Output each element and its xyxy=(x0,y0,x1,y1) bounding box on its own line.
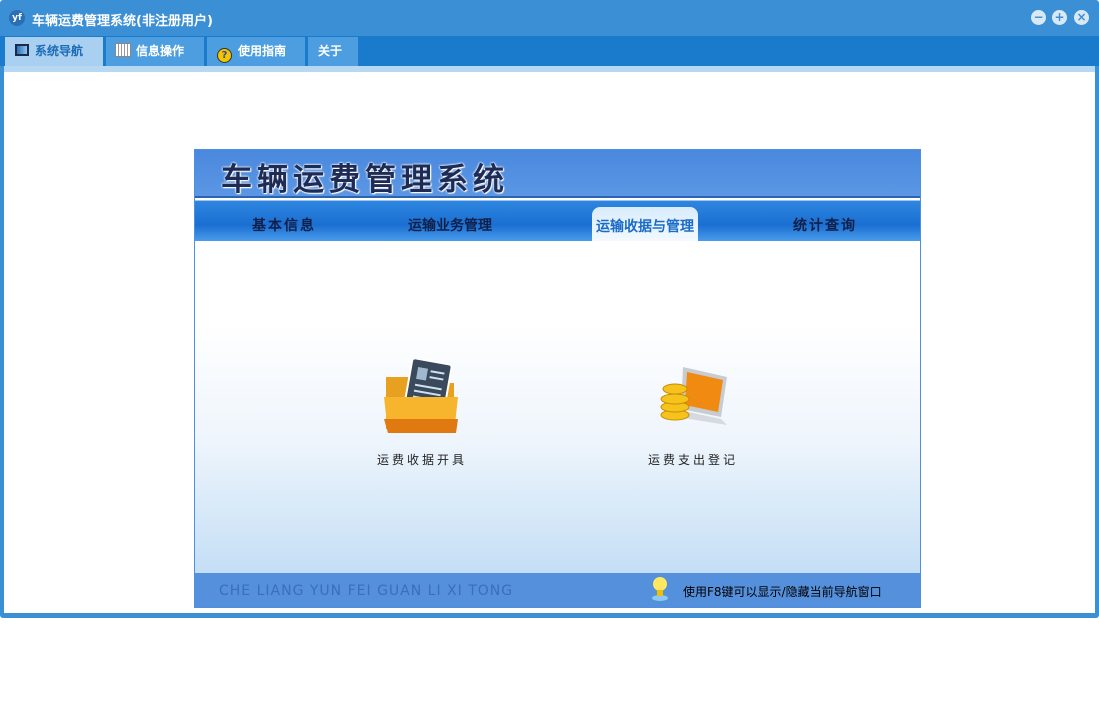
tab-label: 系统导航 xyxy=(35,44,84,58)
laptop-coins-icon xyxy=(660,367,727,425)
tab-basic-info[interactable]: 基本信息 xyxy=(252,215,316,235)
tab-about[interactable]: 关于 xyxy=(308,37,358,66)
item-freight-expense[interactable]: 运费支出登记 xyxy=(633,359,753,468)
grid-icon xyxy=(115,43,131,57)
tab-label: 信息操作 xyxy=(136,44,185,58)
monitor-icon xyxy=(15,44,29,56)
navigation-panel: 车辆运费管理系统 基本信息 运输业务管理 运输收据与管理 统计查询 运费收据开具… xyxy=(194,149,921,608)
tab-statistics[interactable]: 统计查询 xyxy=(793,215,857,235)
app-logo-icon: yf xyxy=(9,10,25,26)
tab-label: 关于 xyxy=(318,44,343,58)
folder-document-icon xyxy=(384,357,458,433)
panel-tabs: 基本信息 运输业务管理 运输收据与管理 统计查询 xyxy=(195,200,920,243)
tab-system-nav[interactable]: 系统导航 xyxy=(5,37,103,66)
lightbulb-icon xyxy=(652,577,668,601)
tab-label: 使用指南 xyxy=(238,44,287,58)
item-label: 运费收据开具 xyxy=(376,453,467,467)
tab-user-guide[interactable]: ? 使用指南 xyxy=(207,37,305,66)
tab-transport-business[interactable]: 运输业务管理 xyxy=(408,215,492,235)
help-icon: ? xyxy=(217,48,232,63)
panel-body: 运费收据开具 运费支出登记 xyxy=(195,241,920,574)
footer-pinyin: CHE LIANG YUN FEI GUAN LI XI TONG xyxy=(219,583,514,599)
tab-info-ops[interactable]: 信息操作 xyxy=(106,37,204,66)
footer-hint: 使用F8键可以显示/隐藏当前导航窗口 xyxy=(683,585,882,599)
title-bar: yf 车辆运费管理系统(非注册用户) − + × xyxy=(0,0,1099,36)
menu-bar: 系统导航 信息操作 ? 使用指南 关于 xyxy=(0,36,1099,66)
close-button[interactable]: × xyxy=(1074,10,1089,25)
panel-header: 车辆运费管理系统 xyxy=(195,150,920,198)
restore-button[interactable]: + xyxy=(1052,10,1067,25)
tab-transport-receipts[interactable]: 运输收据与管理 xyxy=(592,207,698,243)
item-label: 运费支出登记 xyxy=(647,453,738,467)
minimize-button[interactable]: − xyxy=(1031,10,1046,25)
item-freight-receipt[interactable]: 运费收据开具 xyxy=(362,357,482,468)
window-title: 车辆运费管理系统(非注册用户) xyxy=(32,14,213,29)
panel-title: 车辆运费管理系统 xyxy=(221,162,509,198)
panel-footer: CHE LIANG YUN FEI GUAN LI XI TONG 使用F8键可… xyxy=(195,573,920,607)
